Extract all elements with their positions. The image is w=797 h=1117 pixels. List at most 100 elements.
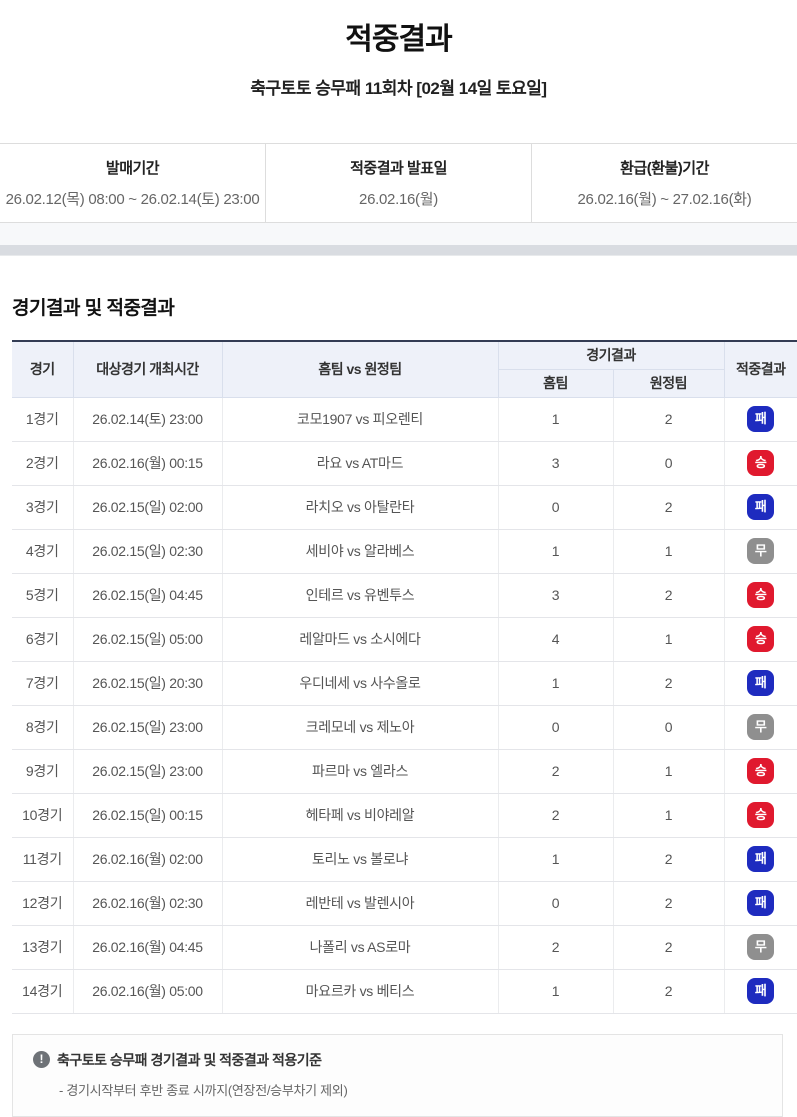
results-tbody: 1경기 26.02.14(토) 23:00 코모1907 vs 피오렌티 1 2… xyxy=(12,397,797,1013)
footer-note-title: 축구토토 승무패 경기결과 및 적중결과 적용기준 xyxy=(57,1050,322,1070)
table-row: 7경기 26.02.15(일) 20:30 우디네세 vs 사수올로 1 2 패 xyxy=(12,661,797,705)
match-number: 3경기 xyxy=(12,485,73,529)
table-row: 5경기 26.02.15(일) 04:45 인테르 vs 유벤투스 3 2 승 xyxy=(12,573,797,617)
match-teams: 코모1907 vs 피오렌티 xyxy=(222,397,498,441)
away-score: 0 xyxy=(613,705,724,749)
away-score: 2 xyxy=(613,397,724,441)
section-heading: 경기결과 및 적중결과 xyxy=(12,293,797,320)
page: 적중결과 축구토토 승무패 11회차 [02월 14일 토요일] 발매기간 26… xyxy=(0,0,797,1117)
match-datetime: 26.02.15(일) 05:00 xyxy=(73,617,222,661)
match-datetime: 26.02.15(일) 20:30 xyxy=(73,661,222,705)
away-score: 1 xyxy=(613,793,724,837)
hit-result-cell: 승 xyxy=(724,441,797,485)
info-value-refund-period: 26.02.16(월) ~ 27.02.16(화) xyxy=(578,188,752,209)
table-row: 6경기 26.02.15(일) 05:00 레알마드 vs 소시에다 4 1 승 xyxy=(12,617,797,661)
table-row: 3경기 26.02.15(일) 02:00 라치오 vs 아탈란타 0 2 패 xyxy=(12,485,797,529)
result-badge: 패 xyxy=(747,494,774,520)
result-badge: 무 xyxy=(747,538,774,564)
footer-note-detail: - 경기시작부터 후반 종료 시까지(연장전/승부차기 제외) xyxy=(59,1080,762,1099)
match-number: 4경기 xyxy=(12,529,73,573)
table-row: 4경기 26.02.15(일) 02:30 세비야 vs 알라베스 1 1 무 xyxy=(12,529,797,573)
home-score: 1 xyxy=(498,529,613,573)
table-row: 2경기 26.02.16(월) 00:15 라요 vs AT마드 3 0 승 xyxy=(12,441,797,485)
home-score: 2 xyxy=(498,793,613,837)
match-teams: 헤타페 vs 비야레알 xyxy=(222,793,498,837)
col-header-match: 경기 xyxy=(12,341,73,397)
exclamation-icon: ! xyxy=(33,1051,50,1068)
info-label-refund-period: 환급(환불)기간 xyxy=(620,157,709,178)
match-datetime: 26.02.16(월) 05:00 xyxy=(73,969,222,1013)
table-row: 14경기 26.02.16(월) 05:00 마요르카 vs 베티스 1 2 패 xyxy=(12,969,797,1013)
col-header-datetime: 대상경기 개최시간 xyxy=(73,341,222,397)
match-datetime: 26.02.16(월) 02:30 xyxy=(73,881,222,925)
match-teams: 파르마 vs 엘라스 xyxy=(222,749,498,793)
result-badge: 패 xyxy=(747,670,774,696)
home-score: 4 xyxy=(498,617,613,661)
match-datetime: 26.02.14(토) 23:00 xyxy=(73,397,222,441)
results-table-header: 경기 대상경기 개최시간 홈팀 vs 원정팀 경기결과 적중결과 홈팀 원정팀 xyxy=(12,341,797,397)
home-score: 3 xyxy=(498,573,613,617)
home-score: 0 xyxy=(498,705,613,749)
col-header-home: 홈팀 xyxy=(498,369,613,397)
col-header-teams: 홈팀 vs 원정팀 xyxy=(222,341,498,397)
info-bar: 발매기간 26.02.12(목) 08:00 ~ 26.02.14(토) 23:… xyxy=(0,143,797,223)
away-score: 2 xyxy=(613,969,724,1013)
hit-result-cell: 승 xyxy=(724,617,797,661)
match-teams: 라요 vs AT마드 xyxy=(222,441,498,485)
match-number: 7경기 xyxy=(12,661,73,705)
result-badge: 무 xyxy=(747,934,774,960)
result-badge: 승 xyxy=(747,626,774,652)
away-score: 2 xyxy=(613,485,724,529)
result-badge: 승 xyxy=(747,450,774,476)
away-score: 2 xyxy=(613,573,724,617)
info-col-sale-period: 발매기간 26.02.12(목) 08:00 ~ 26.02.14(토) 23:… xyxy=(0,144,265,222)
match-teams: 레반테 vs 발렌시아 xyxy=(222,881,498,925)
away-score: 2 xyxy=(613,837,724,881)
table-row: 10경기 26.02.15(일) 00:15 헤타페 vs 비야레알 2 1 승 xyxy=(12,793,797,837)
match-teams: 크레모네 vs 제노아 xyxy=(222,705,498,749)
match-number: 2경기 xyxy=(12,441,73,485)
hit-result-cell: 무 xyxy=(724,925,797,969)
home-score: 2 xyxy=(498,925,613,969)
match-number: 6경기 xyxy=(12,617,73,661)
away-score: 1 xyxy=(613,529,724,573)
home-score: 1 xyxy=(498,969,613,1013)
hit-result-cell: 무 xyxy=(724,705,797,749)
table-row: 8경기 26.02.15(일) 23:00 크레모네 vs 제노아 0 0 무 xyxy=(12,705,797,749)
match-datetime: 26.02.15(일) 23:00 xyxy=(73,749,222,793)
section-divider-light xyxy=(0,223,797,245)
info-col-announce-date: 적중결과 발표일 26.02.16(월) xyxy=(265,144,531,222)
match-number: 8경기 xyxy=(12,705,73,749)
match-teams: 우디네세 vs 사수올로 xyxy=(222,661,498,705)
match-datetime: 26.02.15(일) 02:00 xyxy=(73,485,222,529)
match-number: 13경기 xyxy=(12,925,73,969)
match-number: 5경기 xyxy=(12,573,73,617)
info-col-refund-period: 환급(환불)기간 26.02.16(월) ~ 27.02.16(화) xyxy=(531,144,797,222)
match-number: 11경기 xyxy=(12,837,73,881)
away-score: 2 xyxy=(613,881,724,925)
match-number: 9경기 xyxy=(12,749,73,793)
info-value-announce-date: 26.02.16(월) xyxy=(359,188,438,209)
page-title: 적중결과 xyxy=(0,0,797,58)
away-score: 1 xyxy=(613,617,724,661)
match-teams: 인테르 vs 유벤투스 xyxy=(222,573,498,617)
hit-result-cell: 승 xyxy=(724,793,797,837)
away-score: 2 xyxy=(613,925,724,969)
table-row: 11경기 26.02.16(월) 02:00 토리노 vs 볼로냐 1 2 패 xyxy=(12,837,797,881)
col-header-away: 원정팀 xyxy=(613,369,724,397)
match-teams: 세비야 vs 알라베스 xyxy=(222,529,498,573)
table-row: 13경기 26.02.16(월) 04:45 나폴리 vs AS로마 2 2 무 xyxy=(12,925,797,969)
home-score: 2 xyxy=(498,749,613,793)
table-row: 9경기 26.02.15(일) 23:00 파르마 vs 엘라스 2 1 승 xyxy=(12,749,797,793)
match-datetime: 26.02.16(월) 04:45 xyxy=(73,925,222,969)
info-label-sale-period: 발매기간 xyxy=(106,157,159,178)
match-teams: 토리노 vs 볼로냐 xyxy=(222,837,498,881)
result-badge: 패 xyxy=(747,406,774,432)
match-datetime: 26.02.16(월) 00:15 xyxy=(73,441,222,485)
hit-result-cell: 패 xyxy=(724,881,797,925)
home-score: 1 xyxy=(498,397,613,441)
page-subtitle: 축구토토 승무패 11회차 [02월 14일 토요일] xyxy=(0,74,797,99)
match-number: 14경기 xyxy=(12,969,73,1013)
table-row: 1경기 26.02.14(토) 23:00 코모1907 vs 피오렌티 1 2… xyxy=(12,397,797,441)
home-score: 0 xyxy=(498,881,613,925)
